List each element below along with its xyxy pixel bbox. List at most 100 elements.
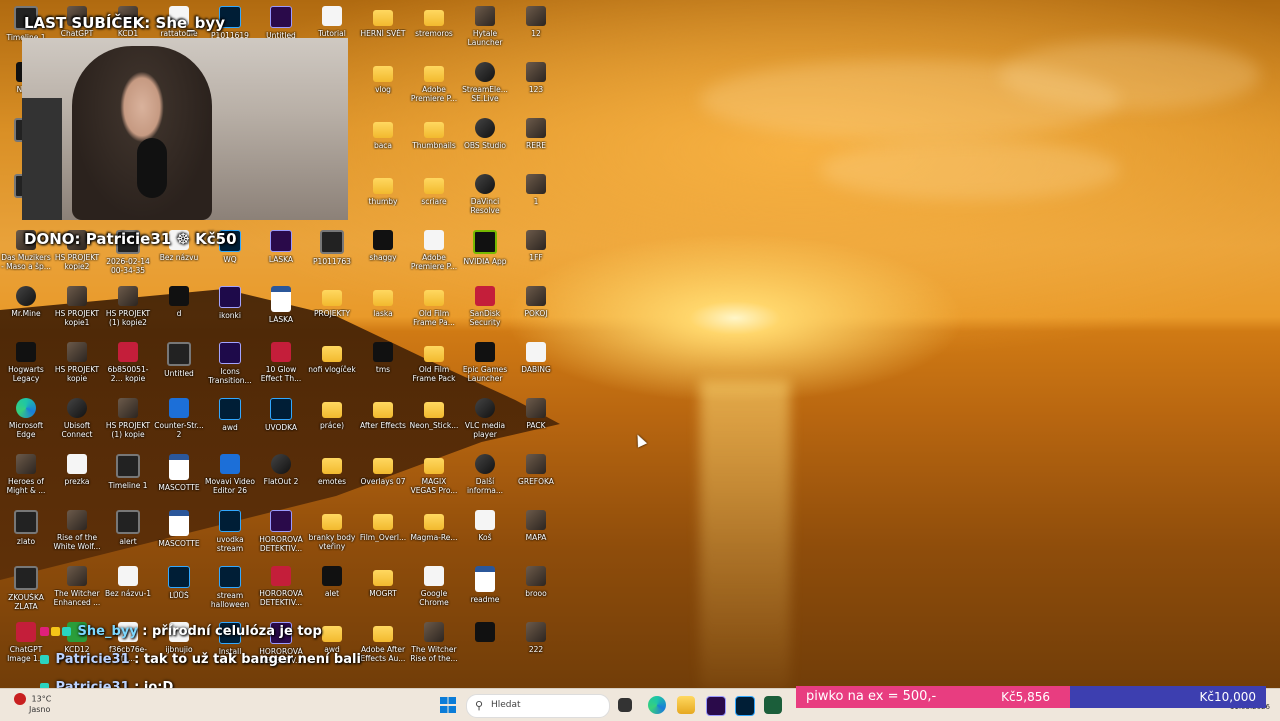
desktop-icon[interactable]: Hytale Launcher — [459, 6, 511, 47]
desktop-icon[interactable]: PROJEKTY — [306, 286, 358, 318]
desktop-icon[interactable]: Bez názvu-1 — [102, 566, 154, 598]
desktop-icon[interactable]: ikonki — [204, 286, 256, 320]
desktop-icon[interactable]: Movavi Video Editor 26 — [204, 454, 256, 495]
desktop-icon[interactable]: DABING — [510, 342, 562, 374]
desktop-icon[interactable]: Hogwarts Legacy — [0, 342, 52, 383]
desktop-icon[interactable]: Overlays 07 — [357, 454, 409, 486]
desktop-icon[interactable]: alert — [102, 510, 154, 546]
desktop-icon[interactable]: SanDisk Security — [459, 286, 511, 327]
desktop-icon[interactable]: P1011763 — [306, 230, 358, 266]
desktop-icon[interactable]: HS PROJEKT kopie — [51, 342, 103, 383]
desktop-icon[interactable]: stream halloween — [204, 566, 256, 609]
desktop-icon[interactable]: Ubisoft Connect — [51, 398, 103, 439]
desktop-icon[interactable]: Untitled — [255, 6, 307, 40]
windows-start-icon[interactable] — [440, 697, 456, 713]
desktop-icon[interactable]: MASCOTTE — [153, 510, 205, 548]
desktop-icon[interactable]: LÁSKA — [255, 230, 307, 264]
desktop-icon[interactable]: Old Film Frame Pack — [408, 342, 460, 383]
desktop-icon[interactable]: MAGIX VEGAS Pro... — [408, 454, 460, 495]
desktop-icon[interactable]: Google Chrome — [408, 566, 460, 607]
desktop-icon[interactable]: After Effects — [357, 398, 409, 430]
desktop-icon[interactable] — [459, 622, 511, 645]
taskbar-app-icon[interactable] — [764, 696, 782, 714]
desktop-icon[interactable]: HS PROJEKT kopie1 — [51, 286, 103, 327]
desktop-icon[interactable]: Untitled — [153, 342, 205, 378]
desktop-icon[interactable]: awd — [204, 398, 256, 432]
desktop-icon[interactable]: 222 — [510, 622, 562, 654]
desktop-icon[interactable]: Magma-Re... — [408, 510, 460, 542]
desktop-icon[interactable]: POKOJ — [510, 286, 562, 318]
desktop-icon[interactable]: FlatOut 2 — [255, 454, 307, 486]
desktop-icon[interactable]: Timeline 1 — [102, 454, 154, 490]
desktop-icon[interactable]: stremoros — [408, 6, 460, 38]
weather-widget[interactable]: 13°C Jasno — [14, 693, 51, 715]
desktop-icon[interactable]: Adobe Premiere P... — [408, 62, 460, 103]
desktop-icon[interactable]: Heroes of Might & ... — [0, 454, 52, 495]
desktop-icon[interactable]: Counter-Str... 2 — [153, 398, 205, 439]
file-explorer-icon[interactable] — [677, 696, 695, 714]
desktop-icon[interactable]: emotes — [306, 454, 358, 486]
desktop-icon[interactable]: laska — [357, 286, 409, 318]
desktop-icon[interactable]: vlog — [357, 62, 409, 94]
premiere-icon[interactable] — [706, 696, 726, 716]
desktop-icon[interactable]: ZKOUŠKA ZLATA — [0, 566, 52, 611]
desktop-icon[interactable]: 6b850051-2... kopie — [102, 342, 154, 383]
desktop-icon[interactable]: LÁSKA — [255, 286, 307, 324]
desktop-icon[interactable]: RERE — [510, 118, 562, 150]
desktop-icon[interactable]: The Witcher Rise of the... — [408, 622, 460, 663]
desktop-icon[interactable]: Icons Transition... — [204, 342, 256, 385]
desktop-icon[interactable]: Koš — [459, 510, 511, 542]
desktop-icon[interactable]: The Witcher Enhanced ... — [51, 566, 103, 607]
desktop-icon[interactable]: VLC media player — [459, 398, 511, 439]
desktop-icon[interactable]: Adobe Premiere P... — [408, 230, 460, 271]
desktop-icon[interactable]: Mr.Mine — [0, 286, 52, 318]
desktop-icon[interactable]: baca — [357, 118, 409, 150]
desktop-icon[interactable]: Microsoft Edge — [0, 398, 52, 439]
desktop-icon[interactable]: 12 — [510, 6, 562, 38]
desktop-icon[interactable]: scriare — [408, 174, 460, 206]
desktop-icon[interactable]: Rise of the White Wolf... — [51, 510, 103, 551]
desktop-icon[interactable]: práce) — [306, 398, 358, 430]
task-view-icon[interactable] — [618, 698, 632, 712]
desktop-icon[interactable]: StreamEle... SE.Live — [459, 62, 511, 103]
photoshop-icon[interactable] — [735, 696, 755, 716]
desktop-icon[interactable]: MASCOTTE — [153, 454, 205, 492]
desktop-icon[interactable]: prezka — [51, 454, 103, 486]
desktop-icon[interactable]: d — [153, 286, 205, 318]
desktop-icon[interactable]: Old Film Frame Pa... — [408, 286, 460, 327]
desktop-icon[interactable]: nofi vlogíček — [306, 342, 358, 374]
desktop-icon[interactable]: PACK — [510, 398, 562, 430]
desktop-icon[interactable]: branky body vteřiny — [306, 510, 358, 551]
desktop-icon[interactable]: 10 Glow Effect Th... — [255, 342, 307, 383]
desktop-icon[interactable]: alet — [306, 566, 358, 598]
desktop-icon[interactable]: HS PROJEKT (1) kopie — [102, 398, 154, 439]
desktop-icon[interactable]: DaVinci Resolve — [459, 174, 511, 215]
desktop-icon[interactable]: Další informa... — [459, 454, 511, 495]
desktop-icon[interactable]: Film_Overl... — [357, 510, 409, 542]
desktop-icon[interactable]: shaggy — [357, 230, 409, 262]
desktop-icon[interactable]: Neon_Stick... — [408, 398, 460, 430]
desktop-icon[interactable]: OBS Studio — [459, 118, 511, 150]
desktop-icon[interactable]: Thumbnails — [408, 118, 460, 150]
desktop-icon[interactable]: thumby — [357, 174, 409, 206]
desktop-icon[interactable]: HOROROVÁ DETEKTIV... — [255, 566, 307, 607]
desktop-icon[interactable]: readme — [459, 566, 511, 604]
desktop-icon[interactable]: MOGRT — [357, 566, 409, 598]
desktop-icon[interactable]: LŮŮŠ — [153, 566, 205, 600]
desktop-icon[interactable]: brooo — [510, 566, 562, 598]
desktop-icon[interactable]: Epic Games Launcher — [459, 342, 511, 383]
taskbar-search[interactable]: ⚲ Hledat — [466, 694, 610, 718]
desktop-icon[interactable]: uvodka stream — [204, 510, 256, 553]
desktop-icon[interactable]: NVIDIA App — [459, 230, 511, 266]
desktop-icon[interactable]: 123 — [510, 62, 562, 94]
desktop-icon[interactable]: HERNÍ SVĚT — [357, 6, 409, 38]
edge-icon[interactable] — [648, 696, 666, 714]
desktop-icon[interactable]: 1FF — [510, 230, 562, 262]
desktop-icon[interactable]: zlato — [0, 510, 52, 546]
desktop-icon[interactable]: Tutorial — [306, 6, 358, 38]
desktop-icon[interactable]: tms — [357, 342, 409, 374]
desktop-icon[interactable]: GREFOKA — [510, 454, 562, 486]
desktop-icon[interactable]: UVODKA — [255, 398, 307, 432]
desktop-icon[interactable]: Adobe After Effects Au... — [357, 622, 409, 663]
desktop-icon[interactable]: HOROROVÁ DETEKTIV... — [255, 510, 307, 553]
